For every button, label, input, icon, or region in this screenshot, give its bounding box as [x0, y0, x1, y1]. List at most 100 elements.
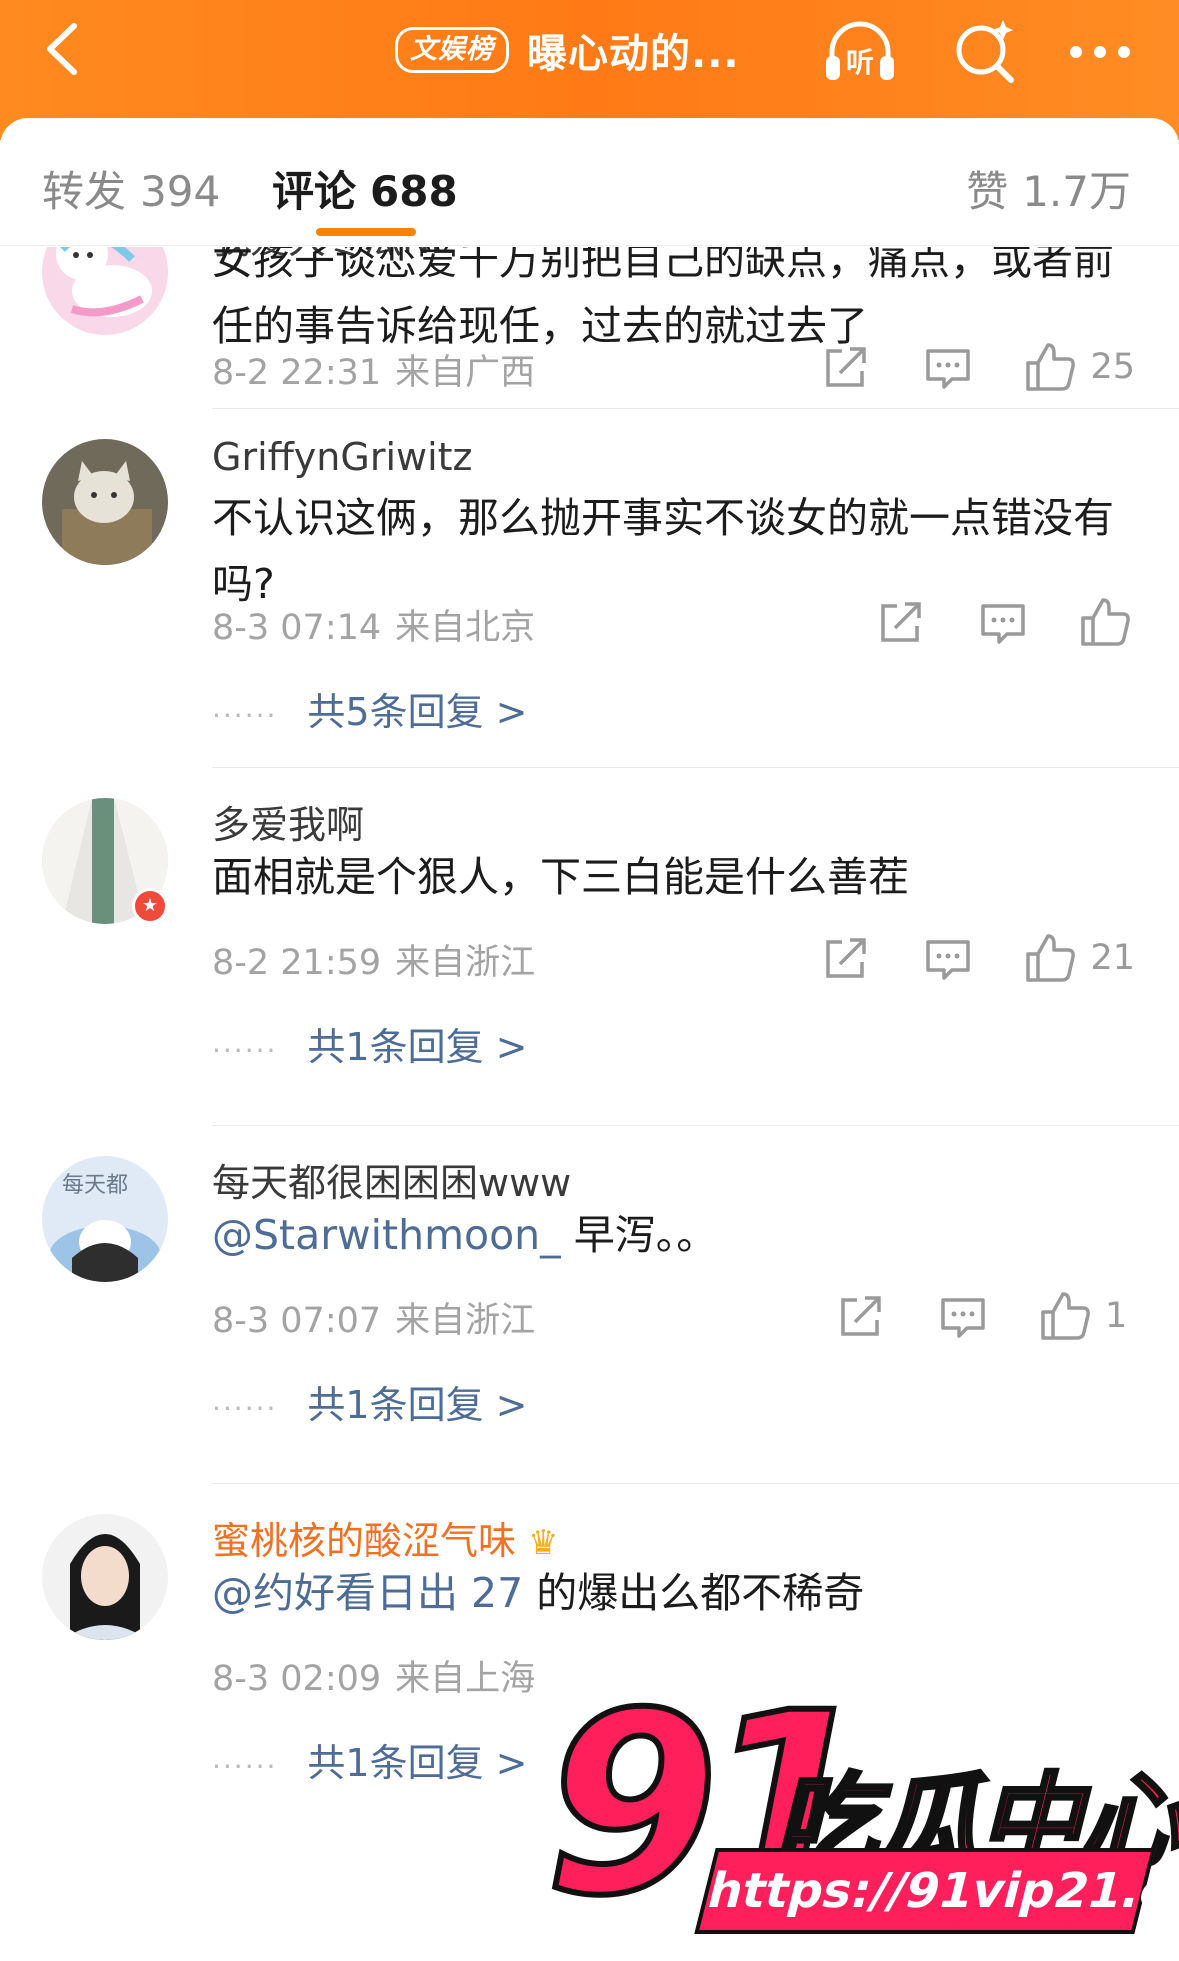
- like-count: 25: [1090, 347, 1135, 387]
- comment-time: 8-3 07:14: [212, 608, 382, 648]
- tab-like[interactable]: 赞 1.7万: [966, 158, 1131, 219]
- share-button[interactable]: [816, 928, 876, 988]
- comment-body: 早泻。。: [560, 1211, 718, 1259]
- like-button[interactable]: [1020, 928, 1080, 988]
- share-icon: [881, 602, 921, 642]
- comment-icon: [981, 604, 1025, 644]
- share-icon: [841, 1296, 881, 1336]
- share-button[interactable]: [871, 592, 931, 652]
- rank-badge[interactable]: 文娱榜: [395, 27, 509, 73]
- comment-location: 来自北京: [395, 608, 536, 648]
- view-replies[interactable]: ······ 共1条回复 >: [212, 1732, 528, 1787]
- more-dots-icon: [1070, 46, 1130, 58]
- share-button[interactable]: [816, 337, 876, 397]
- watermark-url: https://91vip21.com: [694, 1848, 1179, 1934]
- reply-dots: ······: [212, 699, 278, 732]
- cartoon-avatar-icon: 每天都: [42, 1156, 168, 1282]
- user-mention[interactable]: @Starwithmoon_: [212, 1211, 561, 1259]
- tab-like-count: 1.7万: [1022, 167, 1131, 216]
- comment-username[interactable]: GriffynGriwitz: [212, 435, 473, 479]
- comment-location: 来自广西: [395, 353, 536, 393]
- comment-actions: 21: [816, 928, 1135, 988]
- comment-divider: [212, 1125, 1179, 1126]
- like-button[interactable]: [1020, 337, 1080, 397]
- comment-body: 的爆出么都不稀奇: [523, 1569, 865, 1617]
- vip-username: 蜜桃核的酸涩气味: [212, 1519, 517, 1563]
- comment-text: @Starwithmoon_ 早泻。。: [212, 1202, 1132, 1268]
- reply-button[interactable]: [918, 928, 978, 988]
- view-replies[interactable]: ······ 共5条回复 >: [212, 681, 528, 736]
- tab-comment-count: 688: [370, 167, 458, 216]
- view-replies[interactable]: ······ 共1条回复 >: [212, 1374, 528, 1429]
- thumbs-up-icon: [1026, 343, 1076, 391]
- thumbs-up-icon: [1026, 934, 1076, 982]
- comment-actions: 1: [831, 1286, 1135, 1346]
- comment-icon: [941, 1298, 985, 1338]
- reply-dots: ······: [212, 1750, 278, 1783]
- comment-username[interactable]: 多爱我啊: [212, 794, 364, 849]
- cat-avatar-icon: [42, 439, 168, 565]
- comment-meta: 8-2 21:59 来自浙江: [212, 934, 535, 985]
- search-button[interactable]: [945, 16, 1025, 86]
- headphones-icon: 听: [826, 21, 894, 80]
- comment-meta: 8-3 07:14 来自北京: [212, 599, 535, 650]
- tab-repost-label: 转发: [42, 167, 127, 216]
- header-title-group: 文娱榜 曝心动的...: [395, 20, 740, 80]
- comment-divider: [212, 767, 1179, 768]
- like-button[interactable]: [1035, 1286, 1095, 1346]
- user-mention[interactable]: @约好看日出 27: [212, 1569, 523, 1617]
- reply-dots: ······: [212, 1034, 278, 1067]
- comment-divider: [212, 1483, 1179, 1484]
- more-button[interactable]: [1060, 16, 1140, 86]
- comment-divider: [212, 408, 1179, 409]
- tab-like-label: 赞: [966, 167, 1009, 216]
- comment-text: 面相就是个狠人，下三白能是什么善茬: [212, 853, 909, 901]
- thumbs-up-icon: [1081, 598, 1130, 646]
- reply-count-link[interactable]: 共5条回复 >: [307, 690, 527, 734]
- comment-location: 来自浙江: [395, 1301, 536, 1341]
- tab-comment[interactable]: 评论 688: [272, 158, 458, 219]
- reply-button[interactable]: [973, 592, 1033, 652]
- comment-meta: 8-3 02:09 来自上海: [212, 1650, 535, 1701]
- share-button[interactable]: [831, 1286, 891, 1346]
- back-arrow-icon: [47, 23, 77, 75]
- watermark-logo: 91 吃瓜中心 https://91vip21.com: [542, 1677, 1179, 1955]
- girl-avatar-icon: [42, 1514, 168, 1640]
- listen-glyph: 听: [846, 46, 874, 79]
- like-count: 21: [1090, 938, 1135, 978]
- reply-count-link[interactable]: 共1条回复 >: [307, 1383, 527, 1427]
- crown-icon: ♛: [528, 1523, 559, 1563]
- comment-actions: [871, 592, 1135, 652]
- listen-button[interactable]: 听: [820, 16, 900, 86]
- reply-button[interactable]: [918, 337, 978, 397]
- avatar[interactable]: [42, 247, 168, 335]
- comment-time: 8-3 02:09: [212, 1659, 382, 1699]
- page-title: 曝心动的...: [527, 31, 740, 77]
- tab-repost-count: 394: [140, 167, 221, 216]
- comment-username[interactable]: 蜜桃核的酸涩气味 ♛: [212, 1510, 559, 1565]
- avatar[interactable]: 每天都: [42, 1156, 168, 1282]
- tab-repost[interactable]: 转发 394: [42, 158, 220, 219]
- reply-count-link[interactable]: 共1条回复 >: [307, 1741, 527, 1785]
- comment-icon: [926, 349, 971, 389]
- like-count: 1: [1105, 1296, 1128, 1336]
- comment-meta: 8-2 22:31 来自广西: [212, 344, 535, 395]
- share-icon: [826, 938, 867, 978]
- comment-time: 8-2 21:59: [212, 943, 382, 983]
- avatar[interactable]: [42, 1514, 168, 1640]
- reply-count-link[interactable]: 共1条回复 >: [307, 1025, 527, 1069]
- view-replies[interactable]: ······ 共1条回复 >: [212, 1016, 528, 1071]
- comment-actions: 25: [816, 337, 1135, 397]
- unicorn-avatar-icon: [42, 247, 168, 335]
- avatar[interactable]: [42, 439, 168, 565]
- comment-time: 8-2 22:31: [212, 353, 382, 393]
- comment-icon: [926, 940, 971, 980]
- comment-username[interactable]: 每天都很困困困www: [212, 1152, 571, 1207]
- comment-meta: 8-3 07:07 来自浙江: [212, 1292, 535, 1343]
- comment-time: 8-3 07:07: [212, 1301, 382, 1341]
- back-button[interactable]: [30, 14, 100, 84]
- reply-button[interactable]: [933, 1286, 993, 1346]
- comment-location: 来自上海: [395, 1659, 536, 1699]
- like-button[interactable]: [1075, 592, 1135, 652]
- reply-dots: ······: [212, 1392, 278, 1425]
